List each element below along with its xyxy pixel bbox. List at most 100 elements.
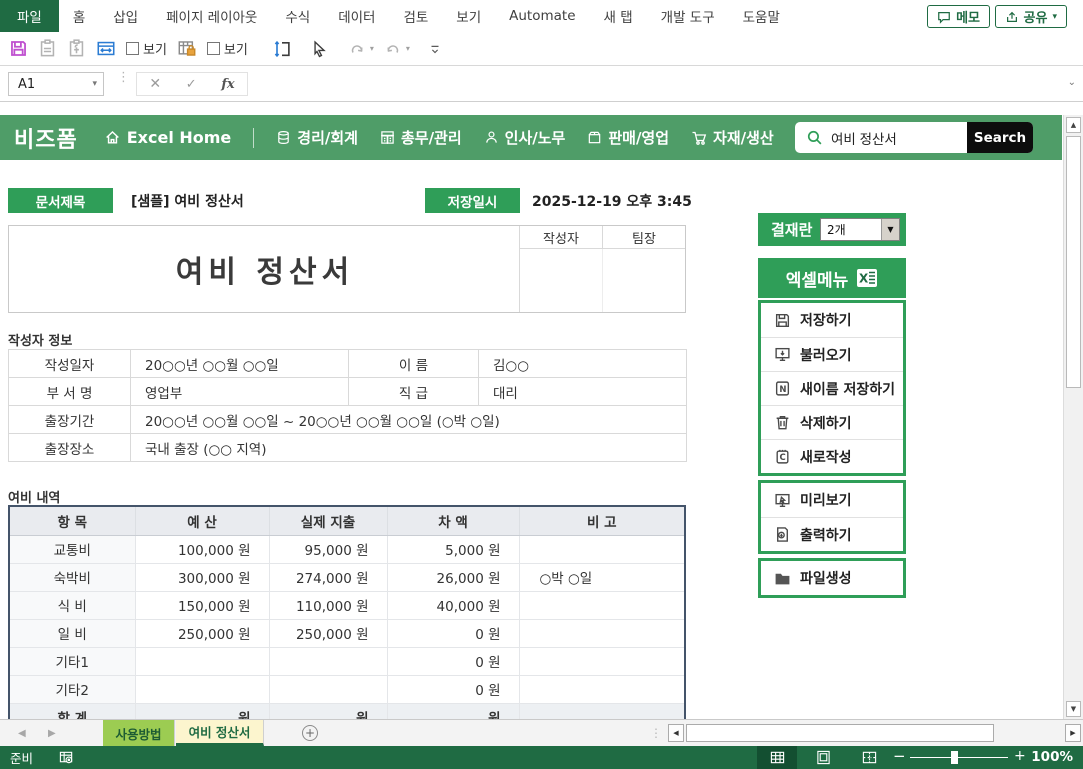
checkbox-icon[interactable] xyxy=(126,42,139,55)
nav-category-hr[interactable]: 인사/노무 xyxy=(484,127,566,148)
tab-review[interactable]: 검토 xyxy=(389,0,442,32)
tab-new-tab[interactable]: 새 탭 xyxy=(590,0,647,32)
table-cell[interactable]: 기타2 xyxy=(10,675,135,703)
zoom-slider-thumb[interactable] xyxy=(951,751,958,764)
table-cell[interactable]: 250,000 원 xyxy=(135,619,269,647)
table-cell[interactable]: 원 xyxy=(387,703,519,719)
tab-help[interactable]: 도움말 xyxy=(729,0,794,32)
search-input[interactable] xyxy=(823,130,967,145)
menu-item-save-as[interactable]: N 새이름 저장하기 xyxy=(761,371,903,405)
scrollbar-splitter[interactable]: ⋮ xyxy=(650,726,662,740)
table-cell[interactable]: 40,000 원 xyxy=(387,591,519,619)
table-cell[interactable]: 김○○ xyxy=(479,350,687,378)
name-box[interactable]: A1 ▾ xyxy=(8,72,104,96)
tab-file[interactable]: 파일 xyxy=(0,0,59,32)
protect-sheet-icon[interactable] xyxy=(177,39,197,58)
table-cell[interactable]: ○박 ○일 xyxy=(519,563,684,591)
toolbar-overflow-icon[interactable] xyxy=(428,42,442,56)
menu-item-create-file[interactable]: 파일생성 xyxy=(761,561,903,595)
tab-data[interactable]: 데이터 xyxy=(324,0,389,32)
sheet-nav-prev-icon[interactable]: ◀ xyxy=(18,720,26,746)
table-cell[interactable]: 원 xyxy=(269,703,387,719)
share-button[interactable]: 공유 ▾ xyxy=(995,5,1067,28)
table-cell[interactable]: 5,000 원 xyxy=(387,535,519,563)
table-cell[interactable]: 0 원 xyxy=(387,647,519,675)
menu-item-delete[interactable]: 삭제하기 xyxy=(761,405,903,439)
cursor-icon[interactable] xyxy=(310,40,328,58)
cancel-icon[interactable]: ✕ xyxy=(149,76,161,92)
table-cell[interactable]: 100,000 원 xyxy=(135,535,269,563)
table-cell[interactable]: 20○○년 ○○월 ○○일 ~ 20○○년 ○○월 ○○일 (○박 ○일) xyxy=(131,406,687,434)
search-button[interactable]: Search xyxy=(967,122,1033,153)
vertical-scrollbar[interactable]: ▲ ▼ xyxy=(1063,115,1083,719)
approval-count-dropdown[interactable]: 2개 ▼ xyxy=(820,218,900,241)
table-cell[interactable]: 합 계 xyxy=(10,703,135,719)
table-cell[interactable]: 기타1 xyxy=(10,647,135,675)
sheet-nav-next-icon[interactable]: ▶ xyxy=(48,720,56,746)
menu-item-load[interactable]: 불러오기 xyxy=(761,337,903,371)
table-cell[interactable] xyxy=(519,535,684,563)
menu-item-preview[interactable]: 미리보기 xyxy=(761,483,903,517)
table-cell[interactable]: 국내 출장 (○○ 지역) xyxy=(131,434,687,462)
table-cell[interactable] xyxy=(519,647,684,675)
scroll-left-icon[interactable]: ◀ xyxy=(668,724,684,742)
zoom-slider-track[interactable] xyxy=(910,757,1008,758)
nav-excel-home[interactable]: Excel Home xyxy=(104,128,232,147)
worksheet[interactable]: 문서제목 [샘플] 여비 정산서 저장일시 2025-12-19 오후 3:45… xyxy=(0,160,1062,719)
table-cell[interactable]: 원 xyxy=(135,703,269,719)
table-cell[interactable]: 0 원 xyxy=(387,675,519,703)
row-height-icon[interactable] xyxy=(272,39,292,59)
table-cell[interactable] xyxy=(269,647,387,675)
dropdown-arrow-icon[interactable]: ▼ xyxy=(881,219,899,240)
table-cell[interactable]: 274,000 원 xyxy=(269,563,387,591)
table-cell[interactable]: 일 비 xyxy=(10,619,135,647)
table-cell[interactable]: 20○○년 ○○월 ○○일 xyxy=(131,350,349,378)
table-cell[interactable] xyxy=(519,675,684,703)
table-cell[interactable]: 110,000 원 xyxy=(269,591,387,619)
menu-item-new[interactable]: C 새로작성 xyxy=(761,439,903,473)
add-sheet-icon[interactable]: + xyxy=(302,725,318,741)
table-cell[interactable] xyxy=(519,703,684,719)
table-cell[interactable]: 26,000 원 xyxy=(387,563,519,591)
save-button[interactable] xyxy=(9,39,28,58)
nav-category-accounting[interactable]: 경리/회계 xyxy=(276,127,358,148)
enter-icon[interactable]: ✓ xyxy=(186,77,197,92)
redo-button[interactable]: ▾ xyxy=(348,41,374,57)
page-layout-view-button[interactable] xyxy=(803,746,843,769)
table-cell[interactable] xyxy=(269,675,387,703)
menu-item-save[interactable]: 저장하기 xyxy=(761,303,903,337)
table-cell[interactable] xyxy=(519,591,684,619)
tab-insert[interactable]: 삽입 xyxy=(99,0,152,32)
table-cell[interactable]: 교통비 xyxy=(10,535,135,563)
fit-column-icon[interactable] xyxy=(96,39,116,58)
view-toggle-1[interactable]: 보기 xyxy=(126,39,167,58)
formula-input[interactable] xyxy=(253,71,1059,97)
table-cell[interactable]: 95,000 원 xyxy=(269,535,387,563)
table-cell[interactable]: 대리 xyxy=(479,378,687,406)
table-cell[interactable]: 300,000 원 xyxy=(135,563,269,591)
sign-cell-writer[interactable] xyxy=(520,249,603,312)
sheet-tab-expense-report[interactable]: 여비 정산서 xyxy=(176,720,264,746)
vertical-scrollbar-thumb[interactable] xyxy=(1066,136,1081,388)
memo-button[interactable]: 메모 xyxy=(927,5,990,28)
zoom-in-icon[interactable]: + xyxy=(1014,748,1026,764)
horizontal-scrollbar-thumb[interactable] xyxy=(686,724,994,742)
scroll-down-icon[interactable]: ▼ xyxy=(1066,701,1081,717)
tab-formulas[interactable]: 수식 xyxy=(271,0,324,32)
checkbox-icon[interactable] xyxy=(207,42,220,55)
sign-cell-leader[interactable] xyxy=(603,249,685,312)
tab-developer[interactable]: 개발 도구 xyxy=(647,0,729,32)
tab-automate[interactable]: Automate xyxy=(495,0,589,32)
table-cell[interactable] xyxy=(135,675,269,703)
normal-view-button[interactable] xyxy=(757,746,797,769)
macro-record-icon[interactable] xyxy=(59,750,74,765)
tab-view[interactable]: 보기 xyxy=(442,0,495,32)
zoom-out-icon[interactable]: − xyxy=(893,747,906,765)
table-cell[interactable]: 250,000 원 xyxy=(269,619,387,647)
table-cell[interactable]: 숙박비 xyxy=(10,563,135,591)
scroll-up-icon[interactable]: ▲ xyxy=(1066,117,1081,133)
menu-item-print[interactable]: 출력하기 xyxy=(761,517,903,551)
insert-function-icon[interactable]: fx xyxy=(221,77,234,92)
table-cell[interactable]: 영업부 xyxy=(131,378,349,406)
undo-button[interactable]: ▾ xyxy=(384,41,410,57)
